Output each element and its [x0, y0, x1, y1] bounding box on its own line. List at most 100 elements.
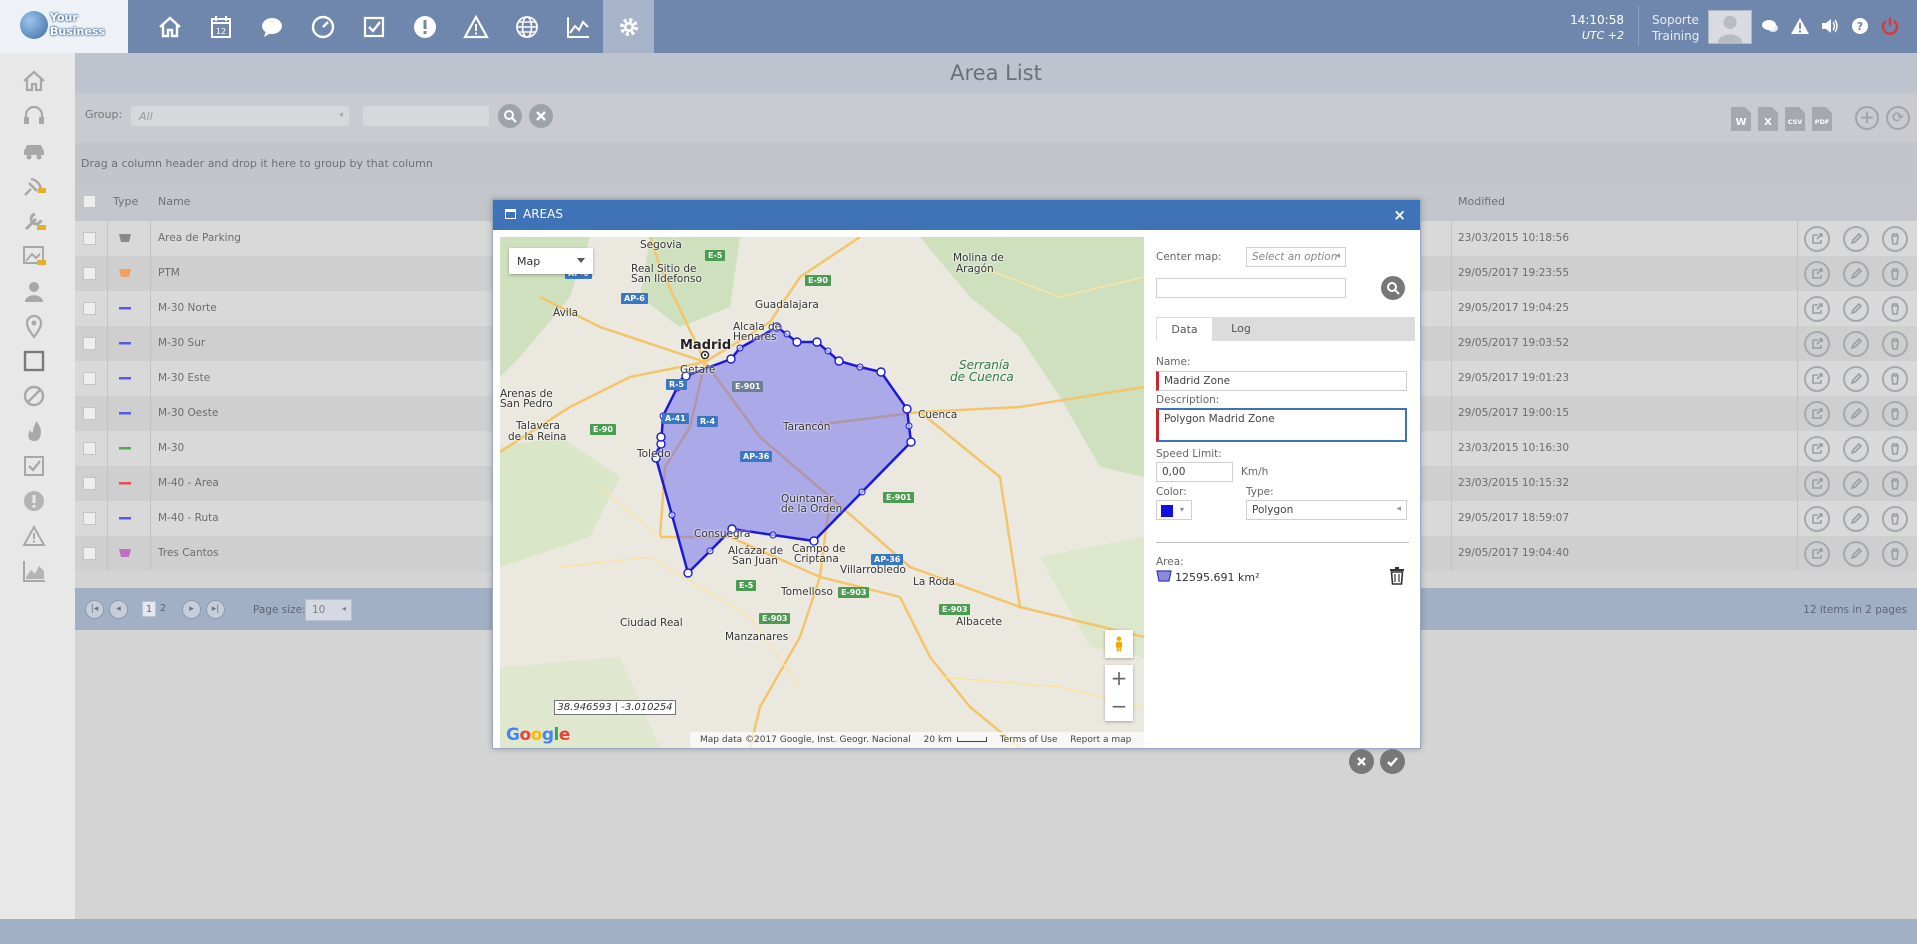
delete-row-button[interactable]: [1882, 541, 1908, 567]
nav-warning-icon[interactable]: [450, 0, 501, 53]
clear-search-button[interactable]: [529, 104, 553, 128]
page-number-2[interactable]: 2: [156, 601, 170, 617]
tab-data[interactable]: Data: [1156, 317, 1213, 341]
edit-row-button[interactable]: [1843, 506, 1869, 532]
page-size-select[interactable]: 10 ◂: [305, 599, 352, 621]
row-checkbox[interactable]: [83, 512, 96, 525]
description-field[interactable]: Polygon Madrid Zone: [1156, 408, 1407, 442]
cancel-button[interactable]: [1349, 749, 1374, 774]
help-icon[interactable]: ?: [1848, 14, 1872, 38]
export-row-button[interactable]: [1804, 541, 1830, 567]
sidebar-location-pin-icon[interactable]: [20, 312, 48, 340]
delete-row-button[interactable]: [1882, 436, 1908, 462]
delete-row-button[interactable]: [1882, 296, 1908, 322]
group-drop-area[interactable]: Drag a column header and drop it here to…: [75, 143, 1917, 183]
zoom-in-button[interactable]: +: [1105, 665, 1133, 693]
nav-checklist-icon[interactable]: [348, 0, 399, 53]
edit-row-button[interactable]: [1843, 366, 1869, 392]
row-checkbox[interactable]: [83, 232, 96, 245]
edit-row-button[interactable]: [1843, 226, 1869, 252]
map-type-select[interactable]: Map: [509, 248, 593, 274]
page-number-1[interactable]: 1: [142, 601, 156, 617]
power-icon[interactable]: [1878, 14, 1902, 38]
export-word-button[interactable]: W: [1730, 106, 1752, 132]
row-checkbox[interactable]: [83, 267, 96, 280]
export-row-button[interactable]: [1804, 261, 1830, 287]
export-row-button[interactable]: [1804, 471, 1830, 497]
edit-row-button[interactable]: [1843, 331, 1869, 357]
search-input[interactable]: [362, 105, 490, 127]
nav-home-icon[interactable]: [144, 0, 195, 53]
row-checkbox[interactable]: [83, 442, 96, 455]
sidebar-warning-icon[interactable]: [20, 522, 48, 550]
export-row-button[interactable]: [1804, 401, 1830, 427]
row-checkbox[interactable]: [83, 407, 96, 420]
avatar[interactable]: [1708, 10, 1752, 44]
nav-globe-icon[interactable]: [501, 0, 552, 53]
edit-row-button[interactable]: [1843, 261, 1869, 287]
tab-log[interactable]: Log: [1213, 317, 1269, 341]
delete-row-button[interactable]: [1882, 366, 1908, 392]
prev-page-button[interactable]: ◂: [109, 600, 128, 619]
next-page-button[interactable]: ▸: [182, 600, 201, 619]
sidebar-home-icon[interactable]: [20, 67, 48, 95]
save-button[interactable]: [1380, 749, 1405, 774]
color-picker[interactable]: ▾: [1156, 500, 1192, 520]
nav-chart-icon[interactable]: [552, 0, 603, 53]
type-select[interactable]: Polygon ◂: [1246, 500, 1407, 520]
export-row-button[interactable]: [1804, 366, 1830, 392]
last-page-button[interactable]: ▸|: [206, 600, 225, 619]
export-row-button[interactable]: [1804, 296, 1830, 322]
column-header-name[interactable]: Name: [158, 195, 190, 208]
export-pdf-button[interactable]: PDF: [1811, 106, 1833, 132]
group-select[interactable]: All ◂: [130, 105, 350, 127]
sidebar-checklist-icon[interactable]: [20, 452, 48, 480]
row-checkbox[interactable]: [83, 337, 96, 350]
messages-icon[interactable]: [1758, 14, 1782, 38]
export-row-button[interactable]: [1804, 436, 1830, 462]
trash-icon[interactable]: [1389, 567, 1405, 585]
export-excel-button[interactable]: X: [1757, 106, 1779, 132]
delete-row-button[interactable]: [1882, 331, 1908, 357]
speed-limit-field[interactable]: 0,00: [1156, 462, 1233, 482]
row-checkbox[interactable]: [83, 302, 96, 315]
edit-row-button[interactable]: [1843, 296, 1869, 322]
center-map-search-input[interactable]: [1156, 278, 1346, 298]
delete-row-button[interactable]: [1882, 506, 1908, 532]
center-map-search-button[interactable]: [1381, 276, 1405, 300]
sidebar-chart-icon[interactable]: [20, 557, 48, 585]
refresh-button[interactable]: ⟳: [1886, 106, 1910, 130]
sidebar-car-icon[interactable]: [20, 137, 48, 165]
column-header-type[interactable]: Type: [113, 195, 138, 208]
street-view-pegman-icon[interactable]: [1105, 630, 1133, 658]
add-area-button[interactable]: +: [1855, 106, 1879, 130]
nav-gauge-icon[interactable]: [297, 0, 348, 53]
edit-row-button[interactable]: [1843, 471, 1869, 497]
center-map-select[interactable]: Select an option ◂: [1246, 247, 1346, 267]
delete-row-button[interactable]: [1882, 471, 1908, 497]
nav-calendar-icon[interactable]: 12: [195, 0, 246, 53]
sidebar-no-entry-icon[interactable]: [20, 382, 48, 410]
sidebar-alert-circle-icon[interactable]: [20, 487, 48, 515]
sidebar-picture-icon[interactable]: [20, 242, 48, 270]
row-checkbox[interactable]: [83, 477, 96, 490]
volume-icon[interactable]: [1818, 14, 1842, 38]
export-row-button[interactable]: [1804, 506, 1830, 532]
export-csv-button[interactable]: CSV: [1784, 106, 1806, 132]
sidebar-fire-icon[interactable]: [20, 417, 48, 445]
sidebar-area-square-icon[interactable]: [20, 347, 48, 375]
delete-row-button[interactable]: [1882, 226, 1908, 252]
user-name[interactable]: Soporte Training: [1652, 12, 1699, 44]
row-checkbox[interactable]: [83, 547, 96, 560]
sidebar-headset-icon[interactable]: [20, 102, 48, 130]
logo[interactable]: Your Business: [0, 0, 128, 53]
nav-alert-circle-icon[interactable]: [399, 0, 450, 53]
nav-gear-icon[interactable]: [603, 0, 654, 53]
row-checkbox[interactable]: [83, 372, 96, 385]
warning-icon[interactable]: [1788, 14, 1812, 38]
delete-row-button[interactable]: [1882, 401, 1908, 427]
sidebar-user-icon[interactable]: [20, 277, 48, 305]
terms-link[interactable]: Terms of Use: [1000, 735, 1058, 745]
select-all-checkbox[interactable]: [83, 195, 96, 208]
search-button[interactable]: [498, 104, 522, 128]
